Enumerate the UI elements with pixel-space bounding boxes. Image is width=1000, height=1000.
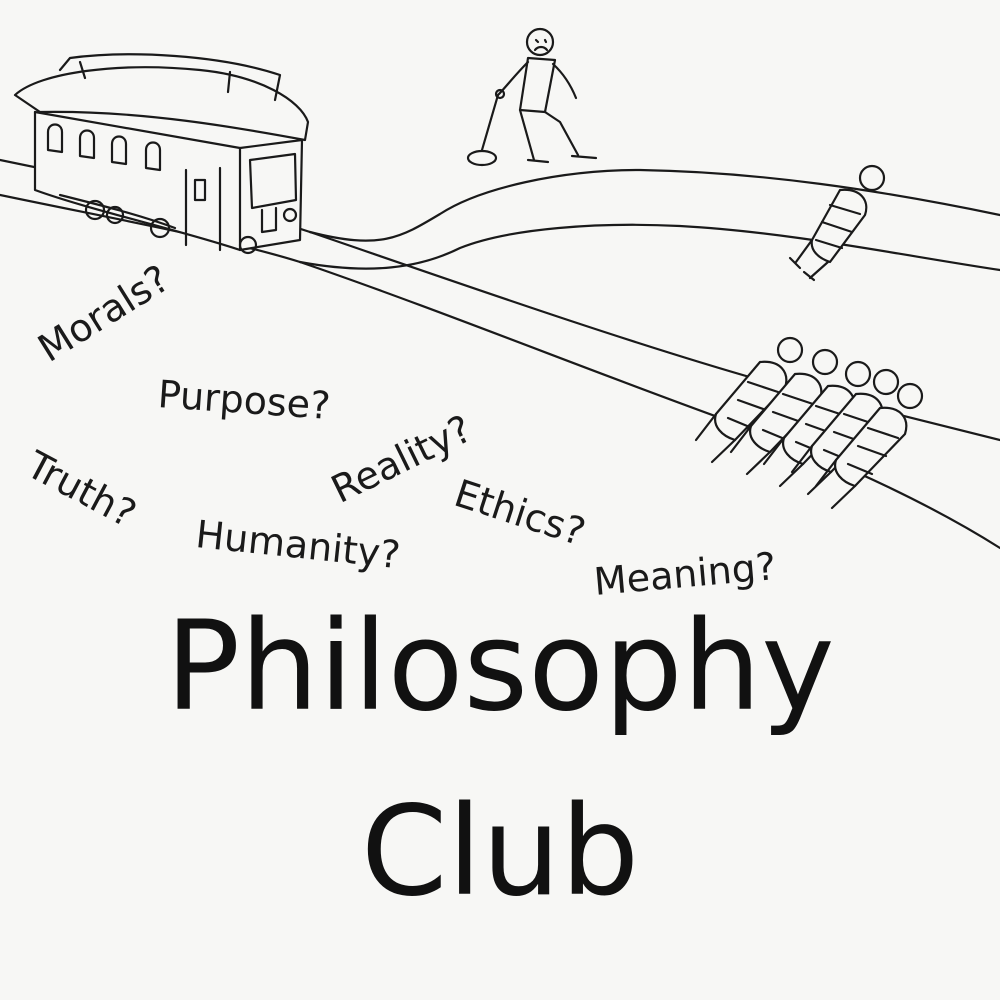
title-line-2: Club [360, 780, 640, 924]
lever-man [466, 27, 598, 167]
title-line-1: Philosophy [165, 595, 835, 739]
meme-canvas: Morals? Purpose? Truth? Reality? Ethics?… [0, 0, 1000, 1000]
trolley [13, 53, 310, 255]
five-people [694, 336, 924, 510]
upper-track [298, 168, 1000, 272]
